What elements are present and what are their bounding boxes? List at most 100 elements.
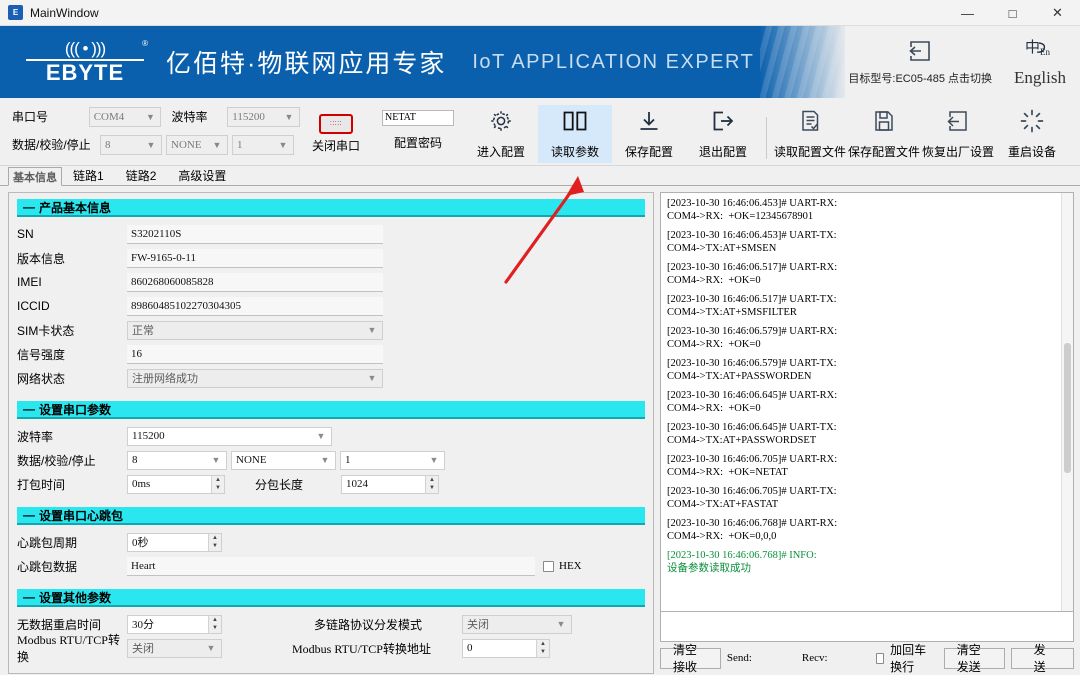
send-input[interactable] [660, 612, 1074, 642]
pack-time-value: 0ms [132, 478, 151, 490]
log-output[interactable]: [2023-10-30 16:46:06.453]# UART-RX: COM4-… [660, 192, 1074, 612]
signal-input[interactable]: 16 [127, 344, 383, 364]
crlf-label: 加回车换行 [890, 643, 927, 674]
multilink-label: 多链路协议分发模式 [314, 617, 423, 632]
send-button[interactable]: 发送 [1010, 643, 1074, 674]
parity-select[interactable]: NONE ▼ [231, 450, 336, 470]
multilink-value: 关闭 [467, 619, 489, 631]
sim-status-value: 正常 [132, 325, 154, 337]
parity-value: NONE [236, 454, 267, 466]
save-config-button[interactable]: 保存配置 [612, 105, 686, 163]
log-entry-head: [2023-10-30 16:46:06.453]# UART-RX: [667, 198, 838, 209]
config-password-input[interactable]: NETAT [382, 110, 454, 126]
row-imei: IMEI 860268060085828 [17, 271, 645, 293]
data-bits-select[interactable]: 8 ▼ [100, 134, 162, 155]
clear-send-button[interactable]: 清空发送 [943, 643, 1005, 674]
ebyte-logo: ® ((( • ))) EBYTE [26, 39, 148, 84]
stop-bits-select[interactable]: 1 ▼ [340, 450, 445, 470]
switch-model-button[interactable]: 目标型号:EC05-485 点击切换 [848, 39, 992, 86]
stepper-buttons[interactable]: ▲ ▼ [208, 533, 221, 551]
heartbeat-hex-checkbox[interactable] [543, 560, 554, 572]
heartbeat-period-stepper[interactable]: 0秒 ▲ ▼ [127, 532, 222, 552]
exit-config-button[interactable]: 退出配置 [686, 105, 760, 163]
pack-time-stepper[interactable]: 0ms ▲ ▼ [127, 474, 225, 494]
signal-label: 信号强度 [17, 347, 66, 362]
baud-select[interactable]: 115200 ▼ [227, 106, 300, 127]
registered-mark-icon: ® [142, 38, 148, 48]
chevron-down-icon: ▼ [429, 455, 439, 465]
row-sn: SN S3202110S [17, 223, 645, 245]
modbus-addr-stepper[interactable]: 0 ▲ ▼ [462, 638, 550, 658]
imei-input[interactable]: 860268060085828 [127, 272, 383, 292]
read-params-button[interactable]: 读取参数 [538, 104, 612, 163]
row-heartbeat-period: 心跳包周期 0秒 ▲ ▼ [17, 531, 645, 553]
tab-basic-info[interactable]: 基本信息 [8, 167, 62, 186]
factory-reset-button[interactable]: 恢复出厂设置 [921, 105, 995, 163]
stop-bits-select[interactable]: 1 ▼ [232, 134, 294, 155]
stepper-down-icon: ▼ [540, 649, 546, 656]
read-config-file-button[interactable]: 读取配置文件 [773, 105, 847, 163]
close-port-button[interactable]: ::::: 关闭串口 [300, 102, 372, 165]
enter-config-button[interactable]: 进入配置 [464, 105, 538, 163]
log-entry-body: COM4->RX: +OK=0 [667, 275, 761, 286]
heartbeat-data-input[interactable]: Heart [127, 556, 535, 576]
stepper-buttons[interactable]: ▲ ▼ [425, 475, 438, 493]
parity-value: NONE [171, 138, 202, 151]
chevron-down-icon: ▼ [367, 373, 377, 383]
nodata-restart-stepper[interactable]: 30分 ▲ ▼ [127, 614, 222, 634]
log-scroll-thumb[interactable] [1064, 343, 1071, 473]
restart-device-button[interactable]: 重启设备 [995, 105, 1069, 163]
serial-port-select[interactable]: COM4 ▼ [88, 106, 162, 127]
crlf-checkbox[interactable] [875, 652, 885, 664]
log-scrollbar[interactable] [1061, 193, 1073, 611]
stepper-buttons[interactable]: ▲ ▼ [211, 475, 224, 493]
language-button[interactable]: 中 En English [1014, 37, 1066, 88]
stepper-up-icon: ▲ [429, 476, 435, 483]
slogan-chinese: 亿佰特·物联网应用专家 [166, 50, 447, 78]
log-entry: [2023-10-30 16:46:06.768]# INFO: 设备参数读取成功 [667, 549, 1067, 575]
stepper-buttons[interactable]: ▲ ▼ [208, 615, 221, 633]
save-config-file-label: 保存配置文件 [847, 144, 920, 159]
svg-text:中: 中 [1025, 38, 1040, 56]
close-button[interactable]: ✕ [1035, 0, 1080, 26]
baud-value: 115200 [232, 110, 265, 123]
sn-input[interactable]: S3202110S [127, 224, 383, 244]
baud-select[interactable]: 115200 ▼ [127, 426, 332, 446]
multilink-select[interactable]: 关闭 ▼ [462, 614, 572, 634]
tab-link1[interactable]: 链路1 [62, 166, 115, 185]
data-parity-stop-label: 数据/校验/停止 [12, 138, 91, 152]
chevron-down-icon: ▼ [367, 325, 377, 335]
data-bits-select[interactable]: 8 ▼ [127, 450, 227, 470]
sim-status-select[interactable]: 正常 ▼ [127, 320, 383, 340]
tab-link2[interactable]: 链路2 [115, 166, 168, 185]
row-iccid: ICCID 89860485102270304305 [17, 295, 645, 317]
pack-len-label: 分包长度 [255, 477, 304, 492]
minimize-button[interactable]: — [945, 0, 990, 26]
sn-label: SN [17, 227, 34, 241]
log-footer: 清空接收 Send: Recv: 加回车换行 清空发送 发送 [660, 643, 1074, 674]
stepper-up-icon: ▲ [212, 616, 218, 623]
clear-recv-button[interactable]: 清空接收 [660, 643, 721, 674]
stepper-buttons[interactable]: ▲ ▼ [536, 639, 549, 657]
version-input[interactable]: FW-9165-0-11 [127, 248, 383, 268]
row-data-parity-stop: 数据/校验/停止 8 ▼ NONE ▼ 1 ▼ [17, 449, 645, 471]
switch-model-label: 目标型号:EC05-485 点击切换 [848, 72, 993, 85]
save-config-file-button[interactable]: 保存配置文件 [847, 105, 921, 163]
stepper-down-icon: ▼ [212, 625, 218, 632]
log-entry-body: COM4->TX:AT+SMSEN [667, 243, 777, 254]
tab-advanced[interactable]: 高级设置 [167, 166, 237, 185]
parity-select[interactable]: NONE ▼ [166, 134, 228, 155]
chevron-down-icon: ▼ [212, 139, 222, 150]
iccid-input[interactable]: 89860485102270304305 [127, 296, 383, 316]
network-status-select[interactable]: 注册网络成功 ▼ [127, 368, 383, 388]
chevron-down-icon: ▼ [146, 139, 156, 150]
baud-label: 波特率 [171, 110, 208, 124]
read-params-label: 读取参数 [550, 144, 599, 159]
modbus-select[interactable]: 关闭 ▼ [127, 638, 222, 658]
maximize-button[interactable]: □ [990, 0, 1035, 26]
pack-len-stepper[interactable]: 1024 ▲ ▼ [341, 474, 439, 494]
version-label: 版本信息 [17, 251, 66, 266]
log-entry: [2023-10-30 16:46:06.517]# UART-TX: COM4-… [667, 293, 1067, 319]
section-other-title: 设置其他参数 [39, 590, 112, 605]
language-icon: 中 En [1025, 37, 1055, 64]
